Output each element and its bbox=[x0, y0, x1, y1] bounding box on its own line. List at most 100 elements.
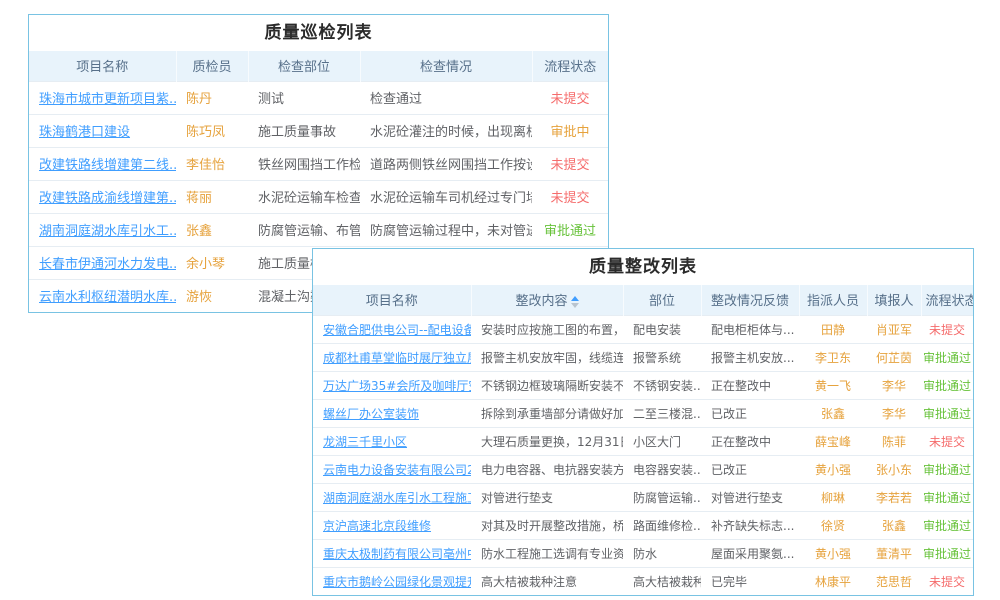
status-cell: 审批通过 bbox=[921, 511, 973, 539]
person-name: 黄小强 bbox=[815, 463, 851, 477]
cell-text: 高大桔被栽种注意 bbox=[481, 575, 577, 589]
person-name: 何芷茵 bbox=[876, 351, 912, 365]
text-cell: 高大桔被栽种注意 bbox=[471, 567, 623, 595]
column-header-label: 质检员 bbox=[192, 60, 231, 75]
project-link[interactable]: 改建铁路成渝线增建第... bbox=[39, 191, 176, 206]
column-header-label: 检查部位 bbox=[278, 60, 330, 75]
project-link[interactable]: 安徽合肥供电公司--配电设备... bbox=[323, 323, 471, 337]
status-badge: 未提交 bbox=[929, 575, 965, 589]
table-row: 珠海鹤港口建设陈巧凤施工质量事故水泥砼灌注的时候，出现离析现象审批中 bbox=[29, 114, 608, 147]
project-link[interactable]: 改建铁路线增建第二线... bbox=[39, 158, 176, 173]
status-cell: 未提交 bbox=[532, 180, 608, 213]
person-name: 游恢 bbox=[186, 290, 212, 305]
link-cell: 改建铁路成渝线增建第... bbox=[29, 180, 176, 213]
text-cell: 不锈钢边框玻璃隔断安装不牢... bbox=[471, 371, 623, 399]
status-cell: 未提交 bbox=[921, 315, 973, 343]
person-cell: 陈菲 bbox=[867, 427, 921, 455]
project-link[interactable]: 云南水利枢纽潜明水库... bbox=[39, 290, 176, 305]
project-link[interactable]: 云南电力设备安装有限公司20... bbox=[323, 463, 471, 477]
person-cell: 陈巧凤 bbox=[176, 114, 248, 147]
person-name: 余小琴 bbox=[186, 257, 225, 272]
column-header-label: 流程状态 bbox=[544, 60, 596, 75]
column-header-label: 项目名称 bbox=[76, 60, 128, 75]
cell-text: 不锈钢安装... bbox=[633, 379, 701, 393]
table-row: 龙湖三千里小区大理石质量更换，12月31日之...小区大门正在整改中薛宝峰陈菲未… bbox=[313, 427, 973, 455]
status-cell: 审批通过 bbox=[532, 213, 608, 246]
inspection-panel-title: 质量巡检列表 bbox=[29, 15, 608, 51]
text-cell: 正在整改中 bbox=[701, 371, 799, 399]
person-cell: 林康平 bbox=[799, 567, 867, 595]
cell-text: 防水 bbox=[633, 547, 657, 561]
person-name: 张小东 bbox=[876, 463, 912, 477]
project-link[interactable]: 长春市伊通河水力发电... bbox=[39, 257, 176, 272]
link-cell: 珠海市城市更新项目紫... bbox=[29, 81, 176, 114]
table-row: 安徽合肥供电公司--配电设备...安装时应按施工图的布置，将...配电安装配电柜… bbox=[313, 315, 973, 343]
project-link[interactable]: 湖南洞庭湖水库引水工程施工1... bbox=[323, 491, 471, 505]
person-name: 田静 bbox=[821, 323, 845, 337]
project-link[interactable]: 京沪高速北京段维修 bbox=[323, 519, 431, 533]
project-link[interactable]: 珠海市城市更新项目紫... bbox=[39, 92, 176, 107]
person-cell: 余小琴 bbox=[176, 246, 248, 279]
table-row: 湖南洞庭湖水库引水工...张鑫防腐管运输、布管防腐管运输过程中，未对管进行...… bbox=[29, 213, 608, 246]
person-cell: 肖亚军 bbox=[867, 315, 921, 343]
table-row: 万达广场35#会所及咖啡厅空...不锈钢边框玻璃隔断安装不牢... 不锈钢安装..… bbox=[313, 371, 973, 399]
project-link[interactable]: 珠海鹤港口建设 bbox=[39, 125, 130, 140]
link-cell: 京沪高速北京段维修 bbox=[313, 511, 471, 539]
cell-text: 电力电容器、电抗器安装方案... bbox=[481, 463, 623, 477]
table-row: 成都杜甫草堂临时展厅独立展...报警主机安放牢固，线缆连接...报警系统报警主机… bbox=[313, 343, 973, 371]
link-cell: 龙湖三千里小区 bbox=[313, 427, 471, 455]
cell-text: 高大桔被栽种 bbox=[633, 575, 701, 589]
status-badge: 审批中 bbox=[550, 125, 589, 140]
sort-caret-icon[interactable] bbox=[571, 296, 579, 308]
person-cell: 薛宝峰 bbox=[799, 427, 867, 455]
person-name: 林康平 bbox=[815, 575, 851, 589]
text-cell: 路面维修检... bbox=[623, 511, 701, 539]
person-cell: 徐贤 bbox=[799, 511, 867, 539]
status-cell: 审批中 bbox=[532, 114, 608, 147]
column-header-part: 检查部位 bbox=[248, 51, 360, 81]
project-link[interactable]: 螺丝厂办公室装饰 bbox=[323, 407, 419, 421]
text-cell: 电力电容器、电抗器安装方案... bbox=[471, 455, 623, 483]
text-cell: 对管进行垫支 bbox=[471, 483, 623, 511]
text-cell: 小区大门 bbox=[623, 427, 701, 455]
person-cell: 张小东 bbox=[867, 455, 921, 483]
person-name: 李若若 bbox=[876, 491, 912, 505]
status-badge: 审批通过 bbox=[923, 351, 971, 365]
table-row: 京沪高速北京段维修 对其及时开展整改措施，桥头...路面维修检... 补齐缺失标志.… bbox=[313, 511, 973, 539]
column-header-content[interactable]: 整改内容 bbox=[471, 285, 623, 315]
cell-text: 补齐缺失标志... bbox=[711, 519, 794, 533]
person-name: 蒋丽 bbox=[186, 191, 212, 206]
cell-text: 已完毕 bbox=[711, 575, 747, 589]
rectification-panel: 质量整改列表 项目名称整改内容部位整改情况反馈指派人员填报人流程状态安徽合肥供电… bbox=[312, 248, 974, 596]
text-cell: 不锈钢安装... bbox=[623, 371, 701, 399]
status-badge: 审批通过 bbox=[923, 463, 971, 477]
project-link[interactable]: 万达广场35#会所及咖啡厅空... bbox=[323, 379, 471, 393]
header-row: 项目名称整改内容部位整改情况反馈指派人员填报人流程状态 bbox=[313, 285, 973, 315]
person-cell: 范思哲 bbox=[867, 567, 921, 595]
column-header-reporter: 填报人 bbox=[867, 285, 921, 315]
project-link[interactable]: 龙湖三千里小区 bbox=[323, 435, 407, 449]
project-link[interactable]: 湖南洞庭湖水库引水工... bbox=[39, 224, 176, 239]
cell-text: 对管进行垫支 bbox=[711, 491, 783, 505]
column-header-situation: 检查情况 bbox=[360, 51, 532, 81]
status-cell: 未提交 bbox=[921, 567, 973, 595]
text-cell: 安装时应按施工图的布置，将... bbox=[471, 315, 623, 343]
project-link[interactable]: 成都杜甫草堂临时展厅独立展... bbox=[323, 351, 471, 365]
text-cell: 测试 bbox=[248, 81, 360, 114]
table-row: 云南电力设备安装有限公司20... 电力电容器、电抗器安装方案...电容器安装..… bbox=[313, 455, 973, 483]
column-header-label: 检查情况 bbox=[420, 60, 472, 75]
project-link[interactable]: 重庆太极制药有限公司亳州中... bbox=[323, 547, 471, 561]
column-header-label: 指派人员 bbox=[807, 294, 859, 309]
status-badge: 审批通过 bbox=[923, 491, 971, 505]
link-cell: 湖南洞庭湖水库引水工... bbox=[29, 213, 176, 246]
project-link[interactable]: 重庆市鹅岭公园绿化景观提升... bbox=[323, 575, 471, 589]
cell-text: 报警系统 bbox=[633, 351, 681, 365]
text-cell: 电容器安装... bbox=[623, 455, 701, 483]
status-cell: 审批通过 bbox=[921, 371, 973, 399]
cell-text: 对其及时开展整改措施，桥头... bbox=[481, 519, 623, 533]
status-badge: 未提交 bbox=[550, 158, 589, 173]
person-cell: 何芷茵 bbox=[867, 343, 921, 371]
text-cell: 大理石质量更换，12月31日之... bbox=[471, 427, 623, 455]
status-badge: 审批通过 bbox=[923, 407, 971, 421]
text-cell: 施工质量事故 bbox=[248, 114, 360, 147]
